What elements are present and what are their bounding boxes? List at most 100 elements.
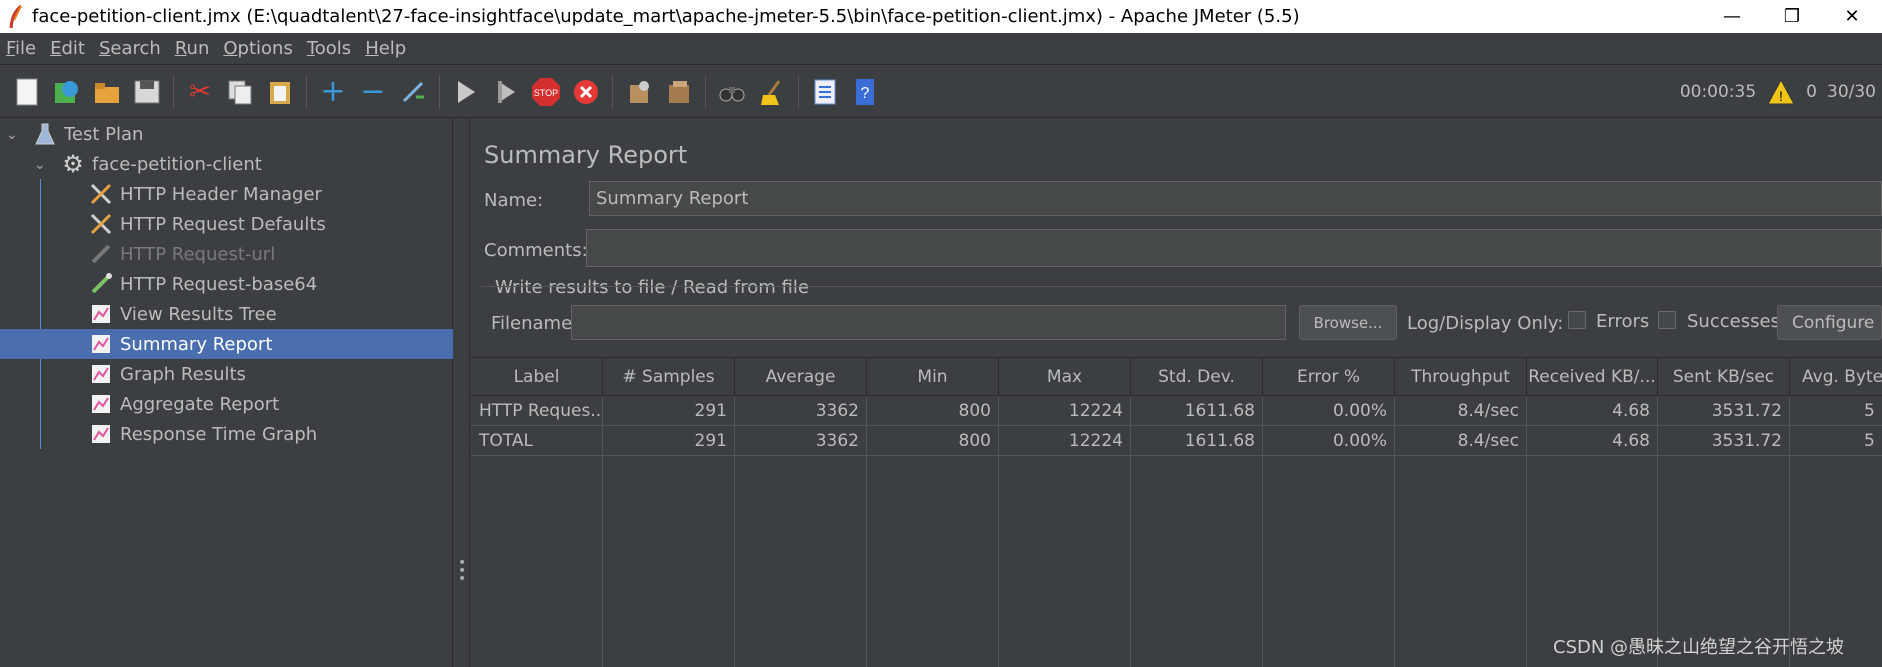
comments-field[interactable]: [586, 229, 1882, 267]
table-cell[interactable]: 0.00%: [1263, 396, 1395, 426]
tree-node-response-time-graph[interactable]: Response Time Graph: [88, 419, 317, 449]
search-binoculars-icon[interactable]: [715, 75, 749, 109]
stop-icon[interactable]: STOP: [529, 75, 563, 109]
table-cell[interactable]: 1611.68: [1131, 396, 1263, 426]
column-header-throughput[interactable]: Throughput: [1395, 358, 1527, 396]
errors-label: Errors: [1596, 311, 1650, 332]
start-no-pauses-icon[interactable]: [489, 75, 523, 109]
column-header-sent-kb[interactable]: Sent KB/sec: [1658, 358, 1790, 396]
jmeter-feather-icon: [9, 4, 23, 28]
cut-icon[interactable]: ✂: [183, 75, 217, 109]
start-icon[interactable]: [449, 75, 483, 109]
table-cell[interactable]: 800: [867, 396, 999, 426]
new-icon[interactable]: [10, 75, 44, 109]
table-cell[interactable]: 291: [603, 426, 735, 456]
toolbar-separator: [612, 74, 613, 109]
table-cell[interactable]: 8.4/sec: [1395, 426, 1527, 456]
table-cell[interactable]: 8.4/sec: [1395, 396, 1527, 426]
paste-icon[interactable]: [263, 75, 297, 109]
templates-icon[interactable]: [50, 75, 84, 109]
collapse-icon[interactable]: −: [356, 74, 390, 109]
table-cell[interactable]: 0.00%: [1263, 426, 1395, 456]
table-cell[interactable]: 4.68: [1527, 426, 1658, 456]
tools-icon: [88, 181, 114, 207]
warning-icon[interactable]: !: [1766, 78, 1796, 106]
menu-help[interactable]: Help: [359, 38, 414, 59]
name-label: Name:: [484, 190, 544, 211]
tree-node-view-results-tree[interactable]: View Results Tree: [88, 299, 277, 329]
tree-node-thread-group[interactable]: ⚙ face-petition-client: [60, 149, 262, 179]
tree-node-test-plan[interactable]: Test Plan: [32, 119, 143, 149]
chart-icon: [88, 391, 114, 417]
minimize-button[interactable]: —: [1702, 0, 1762, 33]
drag-handle-icon[interactable]: • • •: [458, 556, 466, 586]
svg-text:!: !: [1779, 88, 1783, 104]
toolbar-separator: [306, 74, 307, 109]
svg-text:STOP: STOP: [534, 88, 558, 98]
table-cell[interactable]: 3531.72: [1658, 396, 1790, 426]
clear-all-icon[interactable]: [662, 75, 696, 109]
column-header-error-pct[interactable]: Error %: [1263, 358, 1395, 396]
menu-tools[interactable]: Tools: [301, 38, 359, 59]
split-pane-divider[interactable]: • • •: [453, 119, 470, 667]
table-cell[interactable]: 12224: [999, 396, 1131, 426]
tree-node-aggregate-report[interactable]: Aggregate Report: [88, 389, 279, 419]
column-header-received-kb[interactable]: Received KB/...: [1527, 358, 1658, 396]
clear-icon[interactable]: [622, 75, 656, 109]
tree-node-summary-report[interactable]: Summary Report: [0, 329, 453, 359]
menu-file[interactable]: File: [0, 38, 44, 59]
help-icon[interactable]: ?: [848, 75, 882, 109]
column-header-max[interactable]: Max: [999, 358, 1131, 396]
table-cell[interactable]: HTTP Reques...: [471, 396, 603, 426]
column-header-std-dev[interactable]: Std. Dev.: [1131, 358, 1263, 396]
open-icon[interactable]: [90, 75, 124, 109]
tree-node-http-header-manager[interactable]: HTTP Header Manager: [88, 179, 322, 209]
column-header-samples[interactable]: # Samples: [603, 358, 735, 396]
function-helper-icon[interactable]: [808, 75, 842, 109]
filename-field[interactable]: [571, 305, 1286, 340]
tree-node-graph-results[interactable]: Graph Results: [88, 359, 246, 389]
reset-search-icon[interactable]: [755, 75, 789, 109]
shutdown-icon[interactable]: [569, 75, 603, 109]
successes-checkbox[interactable]: [1658, 311, 1676, 329]
expand-icon[interactable]: +: [316, 74, 350, 109]
table-cell[interactable]: 5: [1790, 426, 1882, 456]
tools-icon: [88, 211, 114, 237]
chevron-down-icon[interactable]: ⌄: [34, 157, 48, 173]
table-cell[interactable]: 3362: [735, 396, 867, 426]
close-button[interactable]: ✕: [1822, 0, 1882, 33]
name-field[interactable]: Summary Report: [589, 181, 1882, 216]
menu-edit[interactable]: Edit: [44, 38, 93, 59]
tree-node-http-request-base64[interactable]: HTTP Request-base64: [88, 269, 317, 299]
configure-button[interactable]: Configure: [1777, 305, 1882, 340]
table-cell[interactable]: 800: [867, 426, 999, 456]
errors-checkbox[interactable]: [1568, 311, 1586, 329]
menu-run[interactable]: Run: [169, 38, 218, 59]
toggle-icon[interactable]: [396, 75, 430, 109]
menu-options[interactable]: Options: [217, 38, 300, 59]
summary-report-panel: Summary Report Name: Summary Report Comm…: [471, 119, 1882, 667]
tree-node-http-request-defaults[interactable]: HTTP Request Defaults: [88, 209, 326, 239]
maximize-button[interactable]: ❐: [1762, 0, 1822, 33]
column-header-avg-bytes[interactable]: Avg. Byte: [1790, 358, 1882, 396]
copy-icon[interactable]: [223, 75, 257, 109]
table-cell[interactable]: 12224: [999, 426, 1131, 456]
chevron-down-icon[interactable]: ⌄: [6, 127, 20, 143]
table-cell[interactable]: 291: [603, 396, 735, 426]
browse-button[interactable]: Browse...: [1299, 305, 1397, 340]
chart-icon: [88, 361, 114, 387]
results-table: Label # Samples Average Min Max Std. Dev…: [471, 357, 1882, 667]
table-cell[interactable]: 5: [1790, 396, 1882, 426]
table-cell[interactable]: 3531.72: [1658, 426, 1790, 456]
table-cell[interactable]: TOTAL: [471, 426, 603, 456]
window-titlebar: face-petition-client.jmx (E:\quadtalent\…: [0, 0, 1882, 33]
table-cell[interactable]: 4.68: [1527, 396, 1658, 426]
column-header-label[interactable]: Label: [471, 358, 603, 396]
column-header-min[interactable]: Min: [867, 358, 999, 396]
menu-search[interactable]: Search: [93, 38, 169, 59]
table-cell[interactable]: 3362: [735, 426, 867, 456]
tree-node-http-request-url[interactable]: HTTP Request-url: [88, 239, 275, 269]
save-icon[interactable]: [130, 75, 164, 109]
table-cell[interactable]: 1611.68: [1131, 426, 1263, 456]
column-header-average[interactable]: Average: [735, 358, 867, 396]
